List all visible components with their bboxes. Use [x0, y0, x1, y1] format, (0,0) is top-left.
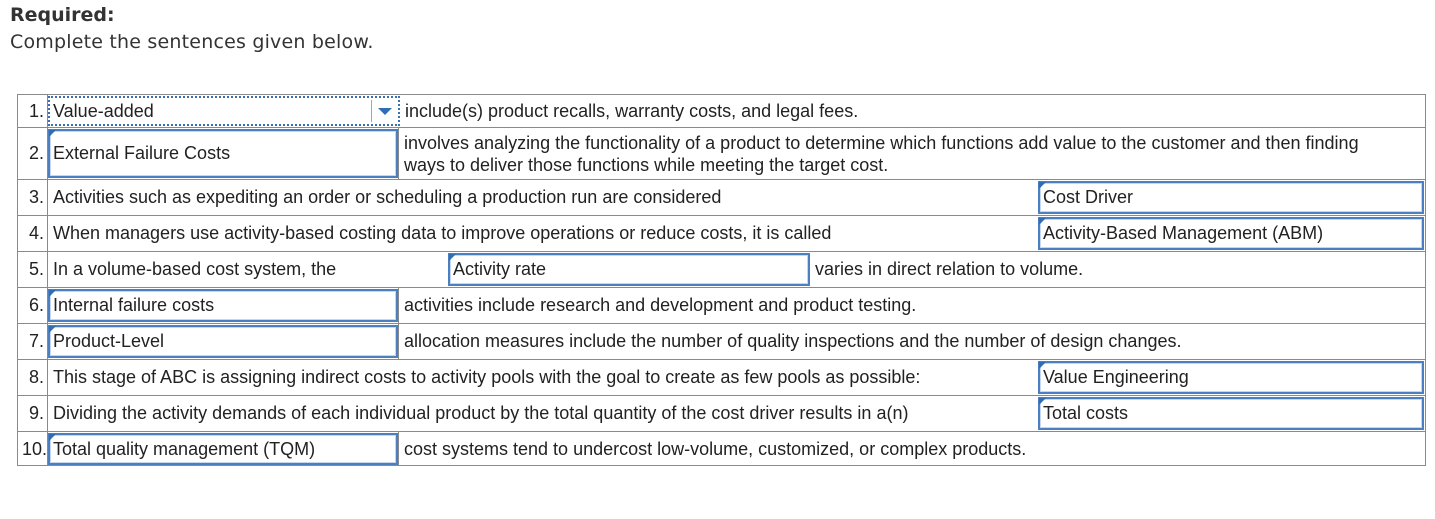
table-row: 2. External Failure Costs involves analy…: [18, 128, 1425, 180]
row-number: 4.: [18, 216, 48, 251]
sentence-text-after: varies in direct relation to volume.: [815, 259, 1084, 279]
answer-value: Internal failure costs: [53, 295, 215, 315]
chevron-down-icon[interactable]: [371, 100, 398, 122]
answer-dropdown-4[interactable]: Activity-Based Management (ABM): [1038, 217, 1424, 250]
row-number: 8.: [18, 360, 48, 395]
sentence-text: When managers use activity-based costing…: [53, 223, 832, 243]
sentence-text: In a volume-based cost system, the: [53, 259, 337, 279]
row-number: 7.: [18, 324, 48, 359]
dropdown-flag-icon: [1039, 182, 1046, 189]
table-row: 3. Activities such as expediting an orde…: [18, 180, 1425, 216]
table-row: 4. When managers use activity-based cost…: [18, 216, 1425, 252]
sentence-text: involves analyzing the functionality of …: [398, 128, 1425, 179]
table-row: 10. Total quality management (TQM) cost …: [18, 432, 1425, 466]
table-row: 1. Value-added include(s) product recall…: [18, 95, 1425, 128]
answer-value: External Failure Costs: [53, 143, 231, 163]
answer-dropdown-10[interactable]: Total quality management (TQM): [48, 433, 398, 465]
row-number: 1.: [18, 95, 48, 127]
dropdown-flag-icon: [1039, 398, 1046, 405]
answer-value: Activity rate: [453, 259, 547, 279]
table-row: 5. In a volume-based cost system, the Ac…: [18, 252, 1425, 288]
answer-dropdown-2[interactable]: External Failure Costs: [48, 129, 398, 178]
answer-dropdown-6[interactable]: Internal failure costs: [48, 289, 398, 322]
sentence-text: This stage of ABC is assigning indirect …: [53, 367, 921, 387]
dropdown-flag-icon: [49, 130, 56, 137]
sentence-text: Dividing the activity demands of each in…: [53, 403, 909, 423]
row-number: 3.: [18, 180, 48, 215]
instruction-text: Complete the sentences given below.: [10, 31, 374, 53]
required-label: Required:: [10, 4, 115, 26]
sentence-text: include(s) product recalls, warranty cos…: [405, 100, 859, 121]
sentence-text: activities include research and developm…: [398, 288, 1425, 323]
sentence-text: cost systems tend to undercost low-volum…: [398, 432, 1425, 466]
dropdown-flag-icon: [49, 434, 56, 441]
sentence-text: allocation measures include the number o…: [398, 324, 1425, 359]
table-row: 6. Internal failure costs activities inc…: [18, 288, 1425, 324]
answer-value: Activity-Based Management (ABM): [1043, 223, 1324, 243]
answer-dropdown-1[interactable]: Value-added: [48, 96, 400, 126]
answer-dropdown-8[interactable]: Value Engineering: [1038, 361, 1424, 394]
row-number: 5.: [18, 252, 48, 287]
answer-value: Product-Level: [53, 331, 165, 351]
table-row: 8. This stage of ABC is assigning indire…: [18, 360, 1425, 396]
answer-value: Value-added: [53, 100, 154, 121]
row-number: 10.: [18, 432, 48, 466]
answer-dropdown-5[interactable]: Activity rate: [448, 253, 810, 286]
dropdown-flag-icon: [1039, 362, 1046, 369]
answer-value: Total costs: [1043, 403, 1129, 423]
table-row: 9. Dividing the activity demands of each…: [18, 396, 1425, 432]
answer-value: Cost Driver: [1043, 187, 1134, 207]
sentence-text: Activities such as expediting an order o…: [53, 187, 722, 207]
dropdown-flag-icon: [49, 290, 56, 297]
answer-value: Value Engineering: [1043, 367, 1189, 387]
sentence-table: 1. Value-added include(s) product recall…: [17, 94, 1426, 466]
answer-dropdown-7[interactable]: Product-Level: [48, 325, 398, 358]
answer-dropdown-9[interactable]: Total costs: [1038, 397, 1424, 430]
answer-value: Total quality management (TQM): [53, 438, 316, 459]
row-number: 9.: [18, 396, 48, 431]
row-number: 2.: [18, 128, 48, 179]
row-number: 6.: [18, 288, 48, 323]
dropdown-flag-icon: [1039, 218, 1046, 225]
table-row: 7. Product-Level allocation measures inc…: [18, 324, 1425, 360]
header: Required: Complete the sentences given b…: [10, 2, 374, 56]
dropdown-flag-icon: [49, 326, 56, 333]
dropdown-flag-icon: [449, 254, 456, 261]
answer-dropdown-3[interactable]: Cost Driver: [1038, 181, 1424, 214]
